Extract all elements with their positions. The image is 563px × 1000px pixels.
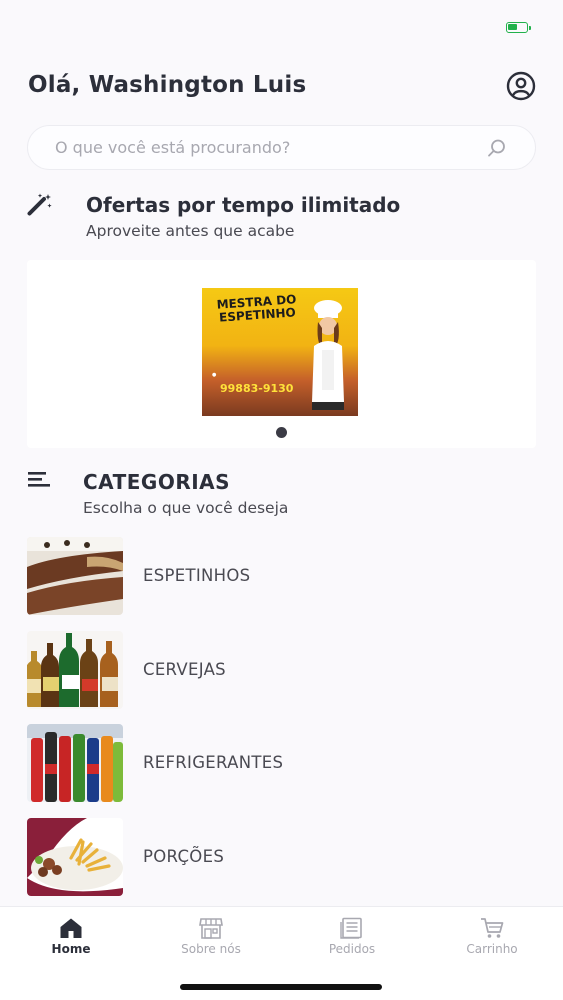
- offers-carousel[interactable]: MESTRA DO ESPETINHO ● 99883-9130: [27, 260, 536, 448]
- categories-title: CATEGORIAS: [83, 470, 231, 494]
- category-item-porcoes[interactable]: PORÇÕES: [27, 818, 547, 896]
- tab-carrinho[interactable]: Carrinho: [422, 907, 562, 967]
- status-bar: [0, 0, 563, 56]
- tab-label: Carrinho: [466, 942, 518, 956]
- search-bar[interactable]: [27, 125, 536, 170]
- skewers-photo: [27, 537, 123, 615]
- tab-sobre-nos[interactable]: Sobre nós: [141, 907, 281, 967]
- category-item-refrigerantes[interactable]: REFRIGERANTES: [27, 724, 547, 802]
- offers-title: Ofertas por tempo ilimitado: [86, 193, 401, 217]
- tab-label: Pedidos: [328, 942, 376, 956]
- search-input[interactable]: [55, 126, 475, 169]
- offer-banner-image[interactable]: MESTRA DO ESPETINHO ● 99883-9130: [202, 288, 358, 416]
- soda-bottles-photo: [27, 724, 123, 802]
- categories-subtitle: Escolha o que você deseja: [83, 499, 289, 517]
- carousel-dot-active[interactable]: [276, 427, 287, 438]
- chef-illustration: [312, 300, 344, 410]
- orders-icon: [340, 917, 362, 939]
- tab-pedidos[interactable]: Pedidos: [282, 907, 422, 967]
- tab-home[interactable]: Home: [1, 907, 141, 967]
- tab-label: Home: [51, 942, 91, 956]
- magic-wand-icon: [27, 193, 52, 216]
- fries-platter-photo: [27, 818, 123, 896]
- beer-bottles-photo: [27, 631, 123, 709]
- search-icon[interactable]: [487, 138, 507, 158]
- list-icon: [28, 472, 50, 487]
- category-label: ESPETINHOS: [143, 566, 251, 585]
- banner-brand-text: MESTRA DO ESPETINHO: [216, 292, 297, 325]
- home-icon: [60, 918, 82, 938]
- user-circle-icon: [506, 71, 536, 101]
- category-label: REFRIGERANTES: [143, 753, 284, 772]
- battery-icon: [506, 22, 531, 33]
- category-label: PORÇÕES: [143, 847, 225, 866]
- banner-phone: 99883-9130: [220, 382, 294, 395]
- home-indicator: [180, 984, 382, 990]
- category-item-espetinhos[interactable]: ESPETINHOS: [27, 537, 547, 615]
- cart-icon: [481, 918, 504, 938]
- banner-small-print: ●: [212, 372, 217, 378]
- tab-label: Sobre nós: [181, 942, 241, 956]
- store-icon: [199, 918, 223, 939]
- category-label: CERVEJAS: [143, 660, 226, 679]
- greeting-title: Olá, Washington Luis: [28, 72, 307, 98]
- offers-subtitle: Aproveite antes que acabe: [86, 222, 295, 240]
- category-item-cervejas[interactable]: CERVEJAS: [27, 631, 547, 709]
- profile-button[interactable]: [506, 71, 536, 101]
